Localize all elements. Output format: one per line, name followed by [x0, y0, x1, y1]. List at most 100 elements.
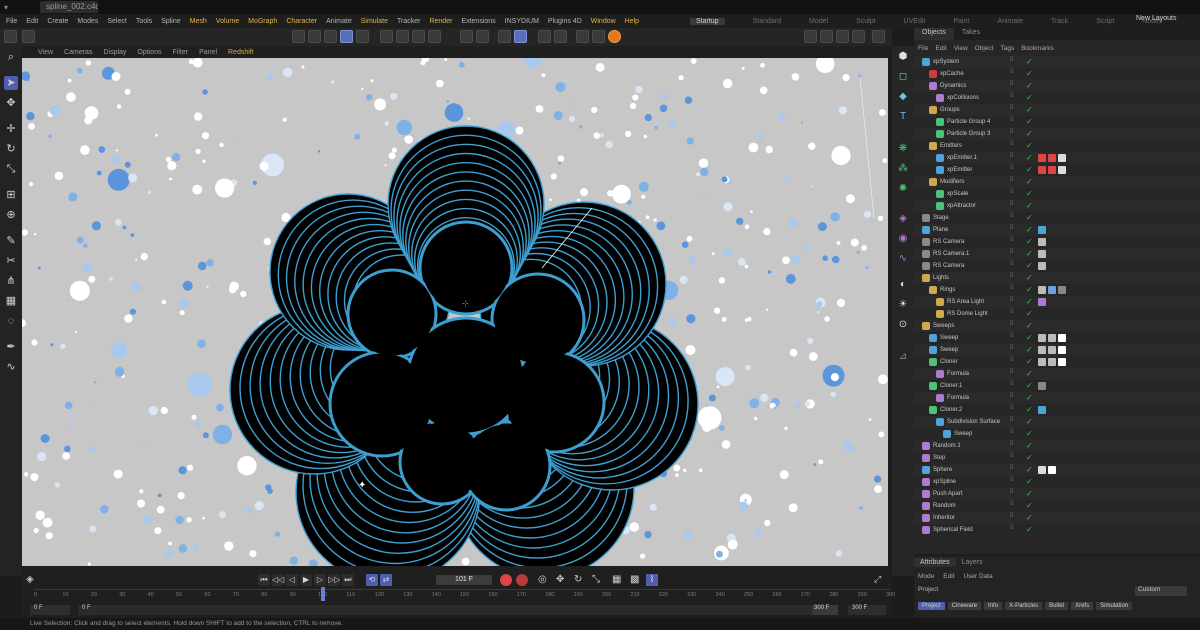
object-row[interactable]: xpSpline ⁞⁞ ✓ [914, 476, 1200, 488]
visibility-dots-icon[interactable]: ⁞⁞ [1010, 189, 1022, 199]
attribute-button-xrefs[interactable]: Xrefs [1071, 602, 1094, 610]
visibility-dots-icon[interactable]: ⁞⁞ [1010, 513, 1022, 523]
preview-range-icon[interactable]: ⇄ [380, 574, 392, 586]
fullscreen-icon[interactable] [872, 30, 885, 43]
light-icon[interactable]: ☀ [896, 298, 910, 312]
visibility-dots-icon[interactable]: ⁞⁞ [1010, 117, 1022, 127]
visibility-dots-icon[interactable]: ⁞⁞ [1010, 213, 1022, 223]
visibility-dots-icon[interactable]: ⁞⁞ [1010, 141, 1022, 151]
visibility-dots-icon[interactable]: ⁞⁞ [1010, 297, 1022, 307]
enabled-check-icon[interactable]: ✓ [1026, 273, 1033, 283]
pla-track-icon[interactable]: ▩ [630, 574, 642, 586]
enabled-check-icon[interactable]: ✓ [1026, 477, 1033, 487]
next-key-icon[interactable]: ▷▷ [328, 574, 340, 586]
object-row[interactable]: xpScale ⁞⁞ ✓ [914, 188, 1200, 200]
visibility-dots-icon[interactable]: ⁞⁞ [1010, 57, 1022, 67]
menu-item-tools[interactable]: Tools [136, 18, 152, 25]
menu-item-edit[interactable]: Edit [26, 18, 38, 25]
menu-item-modes[interactable]: Modes [77, 18, 98, 25]
brush-icon[interactable]: ✎ [4, 234, 18, 248]
layout-tab-paint[interactable]: Paint [953, 18, 969, 25]
object-row[interactable]: Lights ⁞⁞ ✓ [914, 272, 1200, 284]
object-tag-icon[interactable] [1058, 358, 1066, 366]
visibility-dots-icon[interactable]: ⁞⁞ [1010, 225, 1022, 235]
object-menu-object[interactable]: Object [975, 45, 994, 52]
visibility-dots-icon[interactable]: ⁞⁞ [1010, 393, 1022, 403]
deformer-icon[interactable]: ◈ [896, 212, 910, 226]
tab-layers[interactable]: Layers [956, 558, 989, 567]
object-tag-icon[interactable] [1048, 358, 1056, 366]
light-object-icon[interactable]: ✦ [358, 480, 366, 491]
object-row[interactable]: xpAttractor ⁞⁞ ✓ [914, 200, 1200, 212]
visibility-dots-icon[interactable]: ⁞⁞ [1010, 357, 1022, 367]
render-picture-viewer-icon[interactable] [592, 30, 605, 43]
enabled-check-icon[interactable]: ✓ [1026, 57, 1033, 67]
move-tool-icon[interactable]: ✛ [4, 122, 18, 136]
pen-icon[interactable]: ✒ [4, 340, 18, 354]
axis-y-icon[interactable] [396, 30, 409, 43]
attribute-button-bullet[interactable]: Bullet [1045, 602, 1069, 610]
object-tag-icon[interactable] [1038, 334, 1046, 342]
enabled-check-icon[interactable]: ✓ [1026, 237, 1033, 247]
attribute-menu-edit[interactable]: Edit [943, 573, 954, 580]
object-row[interactable]: Step ⁞⁞ ✓ [914, 452, 1200, 464]
mograph-icon[interactable]: ❋ [896, 142, 910, 156]
visibility-dots-icon[interactable]: ⁞⁞ [1010, 93, 1022, 103]
render-view-icon[interactable] [576, 30, 589, 43]
visibility-dots-icon[interactable]: ⁞⁞ [1010, 405, 1022, 415]
object-row[interactable]: Sweep ⁞⁞ ✓ [914, 332, 1200, 344]
object-row[interactable]: Particle Group 4 ⁞⁞ ✓ [914, 116, 1200, 128]
playhead[interactable] [321, 587, 326, 601]
viewport-expand-icon[interactable] [852, 30, 865, 43]
visibility-dots-icon[interactable]: ⁞⁞ [1010, 165, 1022, 175]
visibility-dots-icon[interactable]: ⁞⁞ [1010, 321, 1022, 331]
tag-icon[interactable]: ⊙ [896, 318, 910, 332]
scale-tool-icon[interactable]: ⤡ [4, 162, 18, 176]
attribute-button-project[interactable]: Project [918, 602, 945, 610]
object-tag-icon[interactable] [1038, 262, 1046, 270]
visibility-dots-icon[interactable]: ⁞⁞ [1010, 381, 1022, 391]
enabled-check-icon[interactable]: ✓ [1026, 453, 1033, 463]
object-tag-icon[interactable] [1048, 466, 1056, 474]
attribute-button-x-particles[interactable]: X-Particles [1005, 602, 1043, 610]
object-tag-icon[interactable] [1038, 166, 1046, 174]
play-icon[interactable]: ▶ [300, 574, 312, 586]
object-tag-icon[interactable] [1058, 154, 1066, 162]
rotate-tool-icon[interactable]: ↻ [4, 142, 18, 156]
object-row[interactable]: Subdivision Surface ⁞⁞ ✓ [914, 416, 1200, 428]
move-mode-icon[interactable] [292, 30, 305, 43]
visibility-dots-icon[interactable]: ⁞⁞ [1010, 525, 1022, 535]
new-layouts-button[interactable]: New Layouts [1136, 15, 1176, 22]
previous-frame-icon[interactable]: ◁ [286, 574, 298, 586]
model-mode-icon[interactable] [340, 30, 353, 43]
rotation-track-icon[interactable]: ↻ [574, 574, 586, 586]
visibility-dots-icon[interactable]: ⁞⁞ [1010, 273, 1022, 283]
effector-icon[interactable]: ✺ [896, 182, 910, 196]
enabled-check-icon[interactable]: ✓ [1026, 369, 1033, 379]
object-row[interactable]: Inheritor ⁞⁞ ✓ [914, 512, 1200, 524]
viewport-menu-display[interactable]: Display [103, 49, 126, 56]
menu-item-help[interactable]: Help [625, 18, 639, 25]
object-row[interactable]: Formula ⁞⁞ ✓ [914, 392, 1200, 404]
menu-item-tracker[interactable]: Tracker [397, 18, 420, 25]
visibility-dots-icon[interactable]: ⁞⁞ [1010, 417, 1022, 427]
object-icon[interactable]: ◻ [896, 70, 910, 84]
menu-item-select[interactable]: Select [107, 18, 126, 25]
object-row[interactable]: RS Camera ⁞⁞ ✓ [914, 260, 1200, 272]
preview-range-bar[interactable]: 0 F [78, 605, 818, 615]
snap-icon[interactable] [460, 30, 473, 43]
spline-icon[interactable]: ∿ [896, 252, 910, 266]
object-row[interactable]: Random ⁞⁞ ✓ [914, 500, 1200, 512]
enabled-check-icon[interactable]: ✓ [1026, 81, 1033, 91]
enabled-check-icon[interactable]: ✓ [1026, 93, 1033, 103]
object-tag-icon[interactable] [1038, 298, 1046, 306]
layout-tab-model[interactable]: Model [809, 18, 828, 25]
cloner-icon[interactable]: ⁂ [896, 162, 910, 176]
object-row[interactable]: Sweep ⁞⁞ ✓ [914, 344, 1200, 356]
object-menu-bookmarks[interactable]: Bookmarks [1021, 45, 1054, 52]
visibility-dots-icon[interactable]: ⁞⁞ [1010, 501, 1022, 511]
sculpt-icon[interactable]: ◌ [4, 314, 18, 328]
polygons-mode-icon[interactable] [538, 30, 551, 43]
undo-icon[interactable] [4, 30, 17, 43]
viewport-quad-icon[interactable] [836, 30, 849, 43]
